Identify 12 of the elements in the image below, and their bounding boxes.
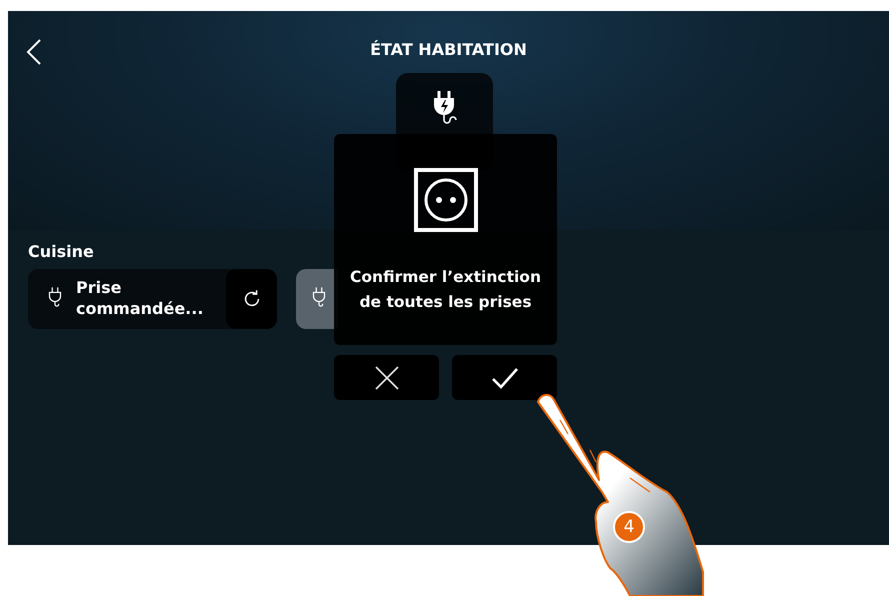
socket-icon bbox=[414, 168, 478, 232]
back-icon bbox=[26, 38, 42, 66]
checkmark-icon bbox=[490, 366, 518, 388]
outlet-name: Prise commandée... bbox=[76, 278, 204, 320]
page-title: ÉTAT HABITATION bbox=[370, 40, 527, 58]
room-label: Cuisine bbox=[28, 242, 95, 261]
cancel-button[interactable] bbox=[334, 355, 439, 400]
confirm-button[interactable] bbox=[452, 355, 557, 400]
refresh-button[interactable] bbox=[226, 269, 277, 329]
dialog-message: Confirmer l’extinction de toutes les prises bbox=[349, 267, 542, 313]
close-icon bbox=[374, 366, 398, 390]
outlet-card[interactable]: Prise commandée... bbox=[28, 269, 277, 329]
